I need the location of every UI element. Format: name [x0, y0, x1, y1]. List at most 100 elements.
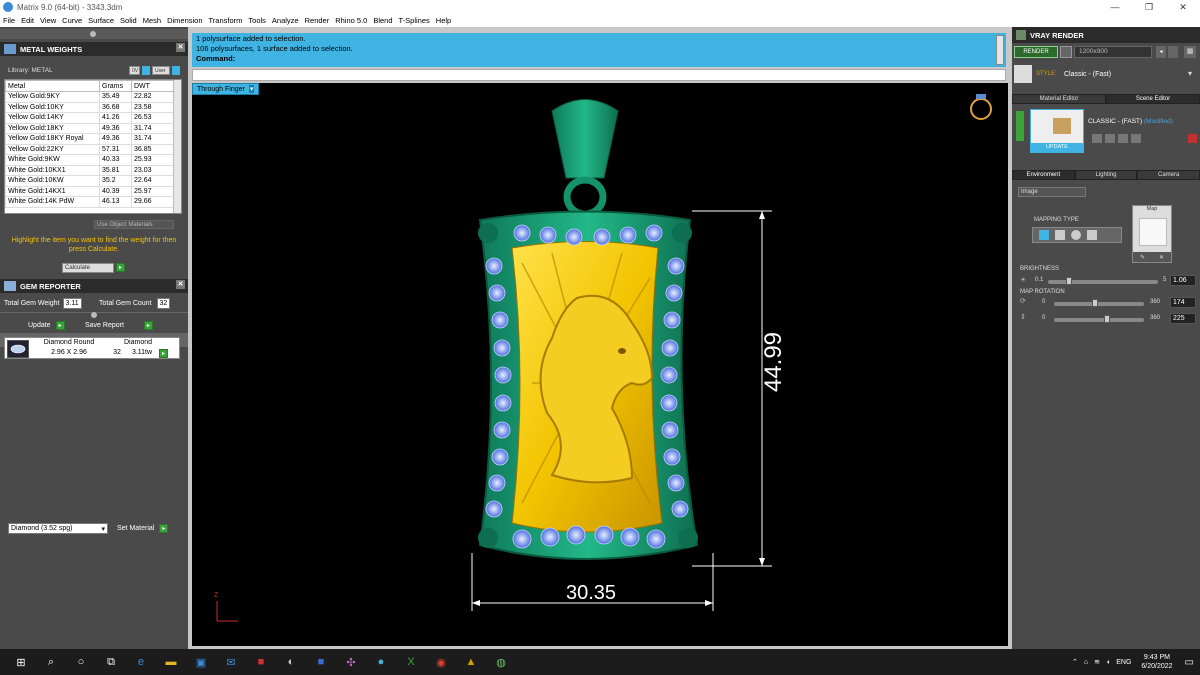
table-scrollbar[interactable]: [173, 80, 181, 213]
table-row[interactable]: Yellow Gold:18KY Royal 49.36 31.74: [5, 133, 175, 145]
close-icon[interactable]: ✕: [176, 280, 185, 289]
table-row[interactable]: Yellow Gold:10KY 36.68 23.58: [5, 101, 175, 113]
table-row[interactable]: Yellow Gold:18KY 49.36 31.74: [5, 122, 175, 134]
table-row[interactable]: Yellow Gold:22KY 57.31 36.85: [5, 143, 175, 155]
volume-icon[interactable]: ◖: [1106, 659, 1110, 666]
search-icon[interactable]: ⌕: [36, 649, 66, 675]
3d-viewport[interactable]: 44.99 30.35 Z: [192, 83, 1008, 646]
file-explorer-icon[interactable]: ▬: [156, 649, 186, 675]
preset-nav-icon[interactable]: [1016, 111, 1024, 141]
menu-view[interactable]: View: [37, 16, 59, 25]
gem-divider-knob[interactable]: [91, 312, 97, 318]
grid-icon[interactable]: ▦: [1184, 46, 1196, 58]
prev-icon[interactable]: ◂: [1156, 46, 1166, 58]
calculate-button[interactable]: Calculate: [62, 263, 114, 273]
menu-help[interactable]: Help: [433, 16, 454, 25]
preset-copy-icon[interactable]: [1105, 134, 1115, 143]
rotation1-knob[interactable]: [1092, 299, 1098, 307]
menu-curve[interactable]: Curve: [59, 16, 85, 25]
map-preview[interactable]: Map ✎ ✕: [1132, 205, 1172, 263]
menu-surface[interactable]: Surface: [85, 16, 117, 25]
material-select[interactable]: Diamond (3.52 spg) ▾: [8, 523, 108, 534]
calculate-go-icon[interactable]: ▸: [116, 263, 125, 272]
menu-transform[interactable]: Transform: [206, 16, 246, 25]
user-toggle-icon[interactable]: [172, 66, 180, 75]
chevron-down-icon[interactable]: ▾: [248, 85, 255, 93]
preset-delete-icon[interactable]: [1188, 134, 1197, 143]
table-row[interactable]: White Gold:10KX1 35.81 23.03: [5, 164, 175, 176]
clock[interactable]: 9:43 PM 6/20/2022: [1141, 653, 1172, 671]
excel-icon[interactable]: X: [396, 649, 426, 675]
brightness-knob[interactable]: [1066, 277, 1072, 285]
menu-render[interactable]: Render: [302, 16, 333, 25]
tab-material-editor[interactable]: Material Editor: [1012, 94, 1106, 104]
col-dwt[interactable]: DWT: [131, 80, 175, 92]
app-icon-blue[interactable]: ■: [306, 649, 336, 675]
menu-file[interactable]: File: [0, 16, 18, 25]
command-input[interactable]: [192, 69, 1006, 81]
maximize-button[interactable]: ❐: [1132, 0, 1166, 14]
user-button[interactable]: User: [152, 66, 170, 75]
table-row[interactable]: White Gold:9KW 40.33 25.93: [5, 154, 175, 166]
col-grams[interactable]: Grams: [99, 80, 132, 92]
lock-icon[interactable]: [1168, 46, 1178, 58]
mail-icon[interactable]: ✉: [216, 649, 246, 675]
rotation2-value[interactable]: 225: [1170, 313, 1196, 324]
preset-thumbnail[interactable]: UPDATE: [1030, 109, 1084, 153]
preset-save-icon[interactable]: [1092, 134, 1102, 143]
preset-paste-icon[interactable]: [1118, 134, 1128, 143]
rotation2-slider[interactable]: [1054, 315, 1144, 323]
menu-analyze[interactable]: Analyze: [269, 16, 302, 25]
preset-reset-icon[interactable]: [1131, 134, 1141, 143]
app-icon-gray[interactable]: ◐: [276, 649, 306, 675]
brightness-value[interactable]: 1.06: [1170, 275, 1196, 286]
save-report-button[interactable]: Save Report: [85, 322, 124, 329]
menu-tools[interactable]: Tools: [245, 16, 269, 25]
wifi-icon[interactable]: ≋: [1094, 658, 1100, 666]
tab-lighting[interactable]: Lighting: [1074, 170, 1138, 180]
app-icon-red[interactable]: ■: [246, 649, 276, 675]
table-row[interactable]: White Gold:14K PdW 46.13 29.66: [5, 196, 175, 208]
app-icon-gold[interactable]: ▲: [456, 649, 486, 675]
matrix-app-icon[interactable]: ●: [366, 649, 396, 675]
render-settings-icon[interactable]: [1060, 46, 1072, 58]
menu-rhino[interactable]: Rhino 5.0: [332, 16, 370, 25]
col-metal[interactable]: Metal: [5, 80, 100, 92]
cylindrical-map-icon[interactable]: [1087, 230, 1097, 240]
close-button[interactable]: ✕: [1166, 0, 1200, 14]
command-scrollbar[interactable]: [996, 35, 1004, 65]
rotation2-knob[interactable]: [1104, 315, 1110, 323]
close-icon[interactable]: ✕: [176, 43, 185, 52]
render-button[interactable]: RENDER: [1014, 46, 1058, 58]
notification-icon[interactable]: ▭: [1185, 657, 1194, 668]
preset-update-button[interactable]: UPDATE: [1031, 143, 1083, 152]
rotation1-value[interactable]: 174: [1170, 297, 1196, 308]
table-row[interactable]: Yellow Gold:9KY 35.49 22.82: [5, 91, 175, 103]
tray-chevron-icon[interactable]: ⌃: [1072, 658, 1078, 666]
tab-environment[interactable]: Environment: [1012, 170, 1075, 180]
map-remove-icon[interactable]: ✕: [1159, 254, 1164, 261]
tab-scene-editor[interactable]: Scene Editor: [1106, 94, 1200, 104]
save-report-go-icon[interactable]: ▸: [143, 321, 153, 330]
network-icon[interactable]: ⌂: [1084, 659, 1088, 666]
menu-blend[interactable]: Blend: [370, 16, 395, 25]
menu-solid[interactable]: Solid: [117, 16, 140, 25]
chevron-down-icon[interactable]: ▾: [1188, 69, 1192, 78]
menu-dimension[interactable]: Dimension: [164, 16, 205, 25]
app-icon-green[interactable]: ◍: [486, 649, 516, 675]
planar-map-icon[interactable]: [1039, 230, 1049, 240]
menu-tsplines[interactable]: T-Splines: [396, 16, 433, 25]
gem-go-icon[interactable]: ▸: [159, 349, 168, 358]
update-go-icon[interactable]: ▸: [55, 321, 65, 330]
style-value[interactable]: Classic - (Fast): [1064, 71, 1111, 78]
start-icon[interactable]: ⊞: [6, 649, 36, 675]
menu-mesh[interactable]: Mesh: [140, 16, 164, 25]
environment-select[interactable]: Image: [1018, 187, 1086, 197]
cubic-map-icon[interactable]: [1055, 230, 1065, 240]
minimize-button[interactable]: —: [1098, 0, 1132, 14]
gem-row[interactable]: Diamond Round Diamond 2.96 X 2.96 32 3.1…: [4, 337, 180, 359]
spherical-map-icon[interactable]: [1071, 230, 1081, 240]
tab-camera[interactable]: Camera: [1137, 170, 1200, 180]
table-row[interactable]: White Gold:14KX1 40.39 25.97: [5, 185, 175, 197]
chrome-icon[interactable]: ◉: [426, 649, 456, 675]
